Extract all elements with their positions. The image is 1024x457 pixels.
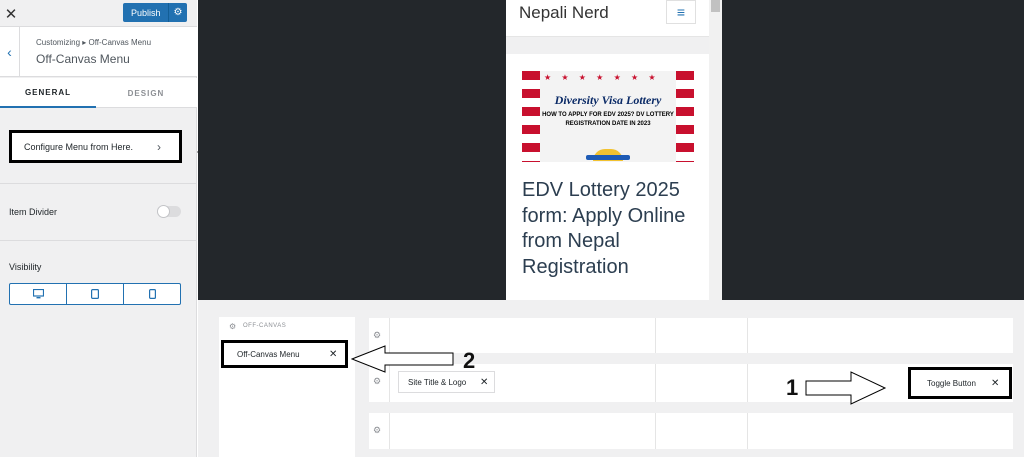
divider	[0, 240, 197, 241]
column-divider	[747, 364, 748, 402]
post-featured-image[interactable]: ★ ★ ★ ★ ★ ★ ★ Diversity Visa Lottery HOW…	[522, 71, 694, 162]
tab-general[interactable]: GENERAL	[0, 78, 96, 108]
site-header: Nepali Nerd ≡	[506, 0, 709, 37]
section-header: ‹ Customizing ▸ Off-Canvas Menu Off-Canv…	[0, 27, 197, 77]
flag-stripes-left	[522, 71, 540, 162]
arrow-left-icon	[351, 345, 454, 373]
site-title[interactable]: Nepali Nerd	[519, 3, 609, 23]
item-divider-label: Item Divider	[9, 207, 58, 217]
image-title: Diversity Visa Lottery	[554, 93, 662, 107]
toggle-button-label: Toggle Button	[927, 378, 976, 388]
offcanvas-label: OFF-CANVAS	[243, 323, 287, 329]
publish-button[interactable]: Publish ⚙	[123, 3, 187, 22]
toggle-knob	[157, 205, 170, 218]
hamburger-menu-icon[interactable]: ≡	[666, 0, 696, 24]
column-divider	[389, 413, 390, 449]
visibility-mobile-button[interactable]	[123, 284, 180, 304]
post-card: ★ ★ ★ ★ ★ ★ ★ Diversity Visa Lottery HOW…	[506, 54, 709, 300]
offcanvas-menu-item[interactable]: Off-Canvas Menu ✕	[221, 340, 348, 368]
remove-icon[interactable]: ✕	[329, 349, 345, 360]
annotation-number-1: 1	[786, 375, 799, 400]
column-divider	[747, 318, 748, 353]
desktop-icon	[32, 289, 44, 299]
site-banner-graphic	[586, 155, 630, 160]
publish-settings-gear-icon[interactable]: ⚙	[169, 7, 187, 18]
builder-row-bottom: ⚙	[369, 413, 1013, 449]
column-divider	[655, 318, 656, 353]
column-divider	[655, 413, 656, 449]
visibility-label: Visibility	[9, 262, 42, 272]
back-chevron-icon[interactable]: ‹	[0, 27, 20, 77]
offcanvas-gear-icon[interactable]: ⚙	[229, 322, 236, 331]
arrow-right-icon	[805, 371, 887, 405]
divider	[0, 183, 197, 184]
visibility-button-group	[9, 283, 181, 305]
row-settings-gear-icon[interactable]: ⚙	[373, 376, 381, 387]
close-icon[interactable]: ✕	[0, 0, 22, 27]
chevron-right-icon: ›	[157, 139, 161, 154]
visibility-desktop-button[interactable]	[10, 284, 66, 304]
column-divider	[655, 364, 656, 402]
remove-icon[interactable]: ✕	[991, 378, 1009, 389]
mobile-preview-frame: Nepali Nerd ≡ ★ ★ ★ ★ ★ ★ ★ Diversity Vi…	[506, 0, 709, 300]
offcanvas-area	[219, 317, 355, 457]
post-headline[interactable]: EDV Lottery 2025 form: Apply Online from…	[522, 178, 702, 280]
configure-menu-label: Configure Menu from Here.	[24, 141, 134, 152]
row-settings-gear-icon[interactable]: ⚙	[373, 330, 381, 341]
tablet-icon	[91, 289, 99, 299]
visibility-tablet-button[interactable]	[66, 284, 123, 304]
section-title: Off-Canvas Menu	[36, 52, 130, 66]
tab-design[interactable]: DESIGN	[96, 78, 196, 108]
annotation-number-2: 2	[463, 348, 476, 373]
preview-scrollbar-thumb[interactable]	[711, 0, 720, 12]
configure-menu-button[interactable]: Configure Menu from Here. ›	[9, 130, 182, 163]
remove-icon[interactable]: ✕	[480, 377, 494, 388]
stars-decoration: ★ ★ ★ ★ ★ ★ ★	[544, 73, 660, 82]
toggle-button-item[interactable]: Toggle Button ✕	[908, 367, 1012, 399]
column-divider	[747, 413, 748, 449]
preview-scrollbar[interactable]	[709, 0, 722, 300]
row-settings-gear-icon[interactable]: ⚙	[373, 425, 381, 436]
mobile-icon	[148, 289, 156, 299]
item-divider-toggle[interactable]	[157, 205, 181, 218]
breadcrumb: Customizing ▸ Off-Canvas Menu	[36, 38, 152, 47]
flag-stripes-right	[676, 71, 694, 162]
settings-tabs: GENERAL DESIGN	[0, 78, 197, 108]
image-subtitle: HOW TO APPLY FOR EDV 2025? DV LOTTERY RE…	[542, 112, 674, 127]
customizer-topbar: ✕ Publish ⚙	[0, 0, 197, 27]
site-title-logo-item[interactable]: Site Title & Logo ✕	[398, 371, 495, 393]
site-title-logo-label: Site Title & Logo	[408, 377, 467, 387]
publish-label[interactable]: Publish	[123, 8, 168, 18]
offcanvas-menu-label: Off-Canvas Menu	[237, 349, 300, 359]
